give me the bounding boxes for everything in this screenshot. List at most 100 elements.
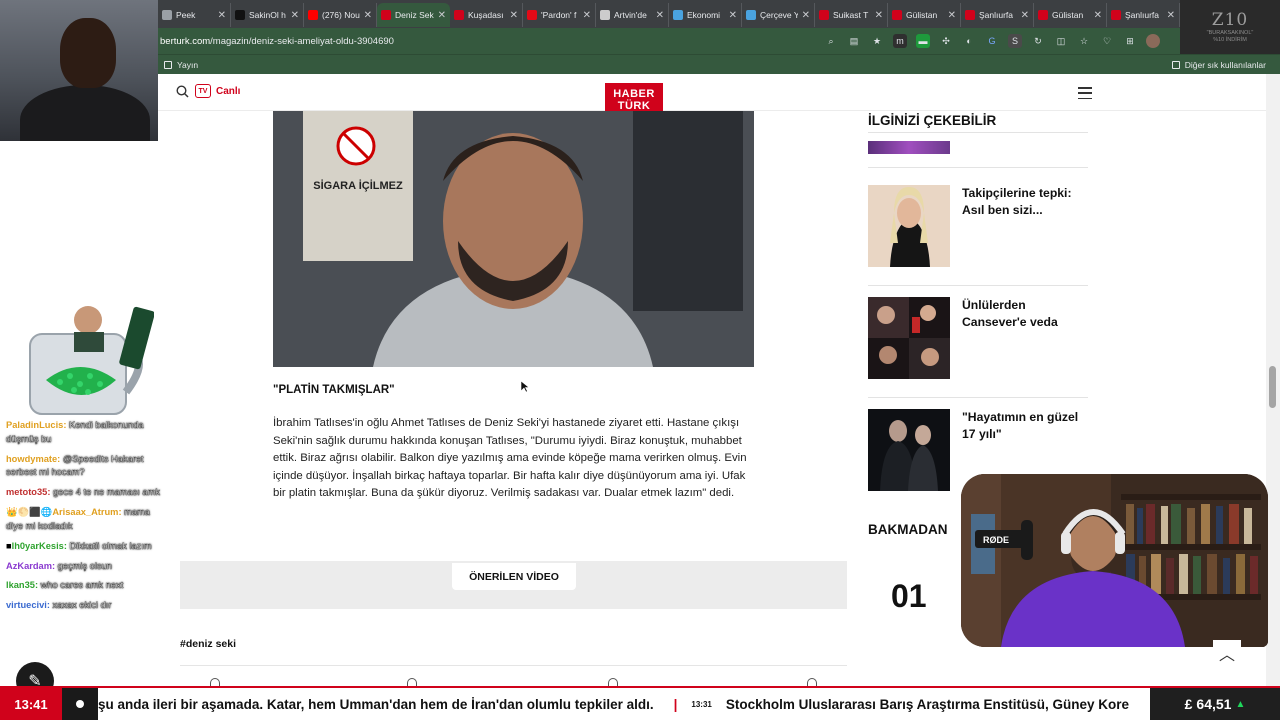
- close-icon[interactable]: ✕: [583, 10, 591, 21]
- browser-tab[interactable]: 'Pardon' f ✕: [523, 3, 596, 27]
- zoom-icon[interactable]: ⌕: [824, 34, 838, 48]
- article-subhead: "PLATİN TAKMIŞLAR": [273, 384, 395, 396]
- bookmark-yayin[interactable]: Yayın: [164, 60, 198, 70]
- sidebar-rule: [868, 132, 1088, 133]
- close-icon[interactable]: ✕: [948, 10, 956, 21]
- star-icon[interactable]: ★: [870, 34, 884, 48]
- back-to-top-button[interactable]: ︿: [1213, 640, 1241, 666]
- browser-tab[interactable]: SakinOl h ✕: [231, 3, 304, 27]
- extension-m-icon[interactable]: m: [893, 34, 907, 48]
- page-scrollbar[interactable]: [1266, 74, 1280, 686]
- tv-icon[interactable]: TV: [195, 84, 211, 98]
- tab-title: (276) Nou: [322, 10, 360, 20]
- close-icon[interactable]: ✕: [875, 10, 883, 21]
- tab-favicon-icon: [600, 10, 610, 20]
- mug-overlay-image: [29, 306, 154, 415]
- browser-tab[interactable]: (276) Nou ✕: [304, 3, 377, 27]
- chat-username[interactable]: metoto35: [6, 487, 47, 497]
- card-title-2[interactable]: Ünlülerden Cansever'e veda: [962, 297, 1088, 331]
- chat-username[interactable]: virtuecivi: [6, 600, 47, 610]
- webcam-figure-head: [60, 18, 116, 88]
- gold-price-value: 64,51: [1196, 696, 1232, 712]
- tab-title: Suikast T: [833, 10, 869, 20]
- live-link[interactable]: Canlı: [216, 86, 240, 97]
- svg-text:RØDE: RØDE: [983, 535, 1009, 545]
- collections-icon[interactable]: ⊞: [1123, 34, 1137, 48]
- browser-tab[interactable]: Peek ✕: [158, 3, 231, 27]
- sponsor-logo: Z10 "BURAKSAKINOL" %10 İNDİRİM: [1180, 0, 1280, 54]
- trend-up-icon: ▲: [1235, 698, 1246, 710]
- browser-tab[interactable]: Çerçeve Y ✕: [742, 3, 815, 27]
- browser-tab[interactable]: Ekonomi ✕: [669, 3, 742, 27]
- browser-tab[interactable]: Şanlıurfa ✕: [961, 3, 1034, 27]
- chat-username[interactable]: PaladinLucis: [6, 420, 63, 430]
- browser-tab[interactable]: Gülistan ✕: [1034, 3, 1107, 27]
- browser-tab[interactable]: Deniz Seki ✕: [377, 3, 450, 27]
- extension-circle-icon[interactable]: ◐: [962, 34, 976, 48]
- rank-number: 01: [891, 578, 927, 614]
- article-tag[interactable]: #deniz seki: [180, 638, 236, 650]
- card-title-1[interactable]: Takipçilerine tepki: Asıl ben sizi...: [962, 185, 1088, 219]
- share-icon[interactable]: [210, 678, 220, 686]
- tab-favicon-icon: [308, 10, 318, 20]
- menu-icon[interactable]: [1078, 87, 1092, 99]
- chat-username[interactable]: AzKardam: [6, 561, 52, 571]
- close-icon[interactable]: ✕: [291, 10, 299, 21]
- chat-username[interactable]: Arisaax_Atrum: [52, 507, 118, 517]
- close-icon[interactable]: ✕: [218, 10, 226, 21]
- card-image-3[interactable]: [868, 409, 950, 491]
- sponsor-discount: %10 İNDİRİM: [1213, 37, 1247, 43]
- heart-icon[interactable]: ♡: [1100, 34, 1114, 48]
- ticker-time: 13:41: [0, 688, 62, 720]
- split-view-icon[interactable]: ◫: [1054, 34, 1068, 48]
- sponsor-code: "BURAKSAKINOL": [1206, 30, 1254, 36]
- other-favorites[interactable]: Diğer sık kullanılanlar: [1171, 60, 1266, 70]
- chevron-up-icon: ︿: [1218, 647, 1235, 664]
- share-icon[interactable]: [608, 678, 618, 686]
- close-icon[interactable]: ✕: [1094, 10, 1102, 21]
- close-icon[interactable]: ✕: [656, 10, 664, 21]
- chat-text: gece 4 te ne maması amk: [53, 487, 160, 498]
- close-icon[interactable]: ✕: [510, 10, 518, 21]
- chat-message: AzKardam: geçmiş olsun: [6, 560, 112, 571]
- profile-avatar[interactable]: [1146, 34, 1160, 48]
- refresh-icon[interactable]: ↻: [1031, 34, 1045, 48]
- recommended-video-section: ÖNERİLEN VİDEO: [180, 561, 847, 609]
- logo-top-text: HABER: [613, 88, 655, 100]
- browser-tab[interactable]: Artvin'de ✕: [596, 3, 669, 27]
- card-image-1[interactable]: [868, 185, 950, 267]
- chat-username[interactable]: lkan35: [6, 580, 35, 590]
- extension-puzzle-grid-icon[interactable]: ✣: [939, 34, 953, 48]
- url-field[interactable]: berturk.com/magazin/deniz-seki-ameliyat-…: [158, 36, 818, 47]
- gold-price: £ 64,51 ▲: [1150, 688, 1280, 720]
- card-image-2[interactable]: [868, 297, 950, 379]
- close-icon[interactable]: ✕: [1021, 10, 1029, 21]
- chat-username[interactable]: howdymate: [6, 454, 57, 464]
- chat-username[interactable]: lh0yarKesis: [12, 541, 64, 551]
- recommended-video-tab[interactable]: ÖNERİLEN VİDEO: [452, 563, 576, 590]
- extension-s-icon[interactable]: S: [1008, 34, 1022, 48]
- scrollbar-thumb[interactable]: [1269, 366, 1276, 408]
- sidebar-image-partial[interactable]: [868, 141, 950, 154]
- search-icon[interactable]: [176, 85, 189, 98]
- browser-tab[interactable]: Şanlıurfa ✕: [1107, 3, 1180, 27]
- tab-favicon-icon: [381, 10, 391, 20]
- reader-icon[interactable]: ▤: [847, 34, 861, 48]
- close-icon[interactable]: ✕: [438, 10, 446, 21]
- share-icon[interactable]: [407, 678, 417, 686]
- browser-tab[interactable]: Kuşadası ✕: [450, 3, 523, 27]
- close-icon[interactable]: ✕: [802, 10, 810, 21]
- chat-message: ■lh0yarKesis: Dikkatli olmak lazım: [6, 540, 152, 551]
- browser-tab[interactable]: Suikast T ✕: [815, 3, 888, 27]
- article-paragraph: İbrahim Tatlıses'in oğlu Ahmet Tatlıses …: [273, 417, 747, 499]
- close-icon[interactable]: ✕: [364, 10, 372, 21]
- favorites-icon[interactable]: ☆: [1077, 34, 1091, 48]
- bookmark-icon[interactable]: [807, 678, 817, 686]
- translate-icon[interactable]: G: [985, 34, 999, 48]
- close-icon[interactable]: ✕: [1167, 10, 1175, 21]
- extension-green-icon[interactable]: ▬: [916, 34, 930, 48]
- close-icon[interactable]: ✕: [729, 10, 737, 21]
- streamer-webcam-bottom: RØDE: [961, 474, 1268, 647]
- browser-tab[interactable]: Gülistan ✕: [888, 3, 961, 27]
- card-title-3[interactable]: "Hayatımın en güzel 17 yılı": [962, 409, 1088, 443]
